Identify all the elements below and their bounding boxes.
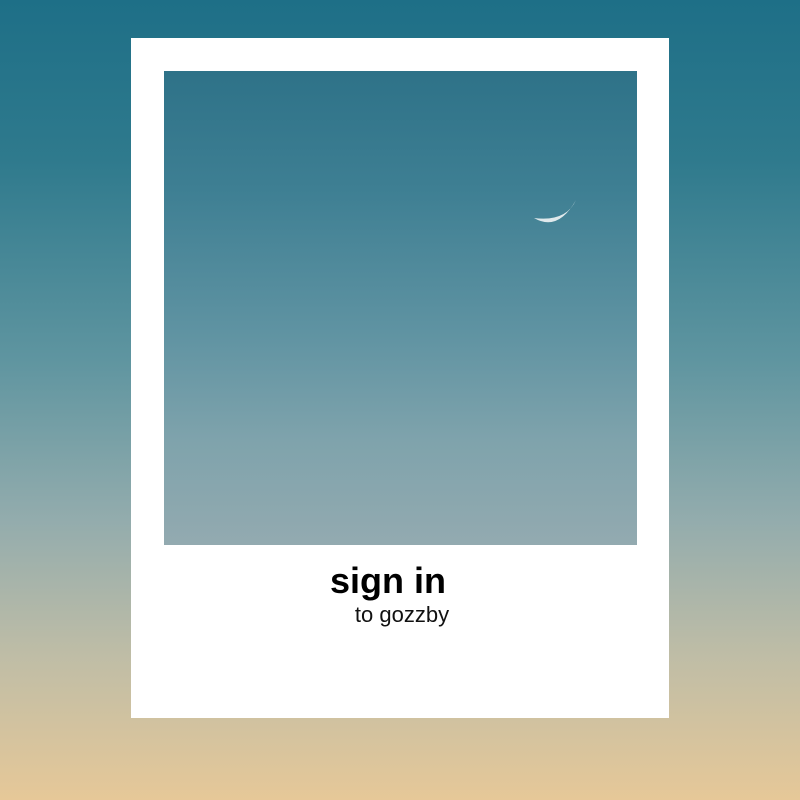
app-subtitle: to gozzby [354, 602, 450, 627]
sky-photo [164, 71, 637, 545]
crescent-moon-icon [534, 200, 576, 223]
polaroid-card: sign in to gozzby [131, 38, 669, 718]
sign-in-title: sign in [330, 560, 446, 601]
